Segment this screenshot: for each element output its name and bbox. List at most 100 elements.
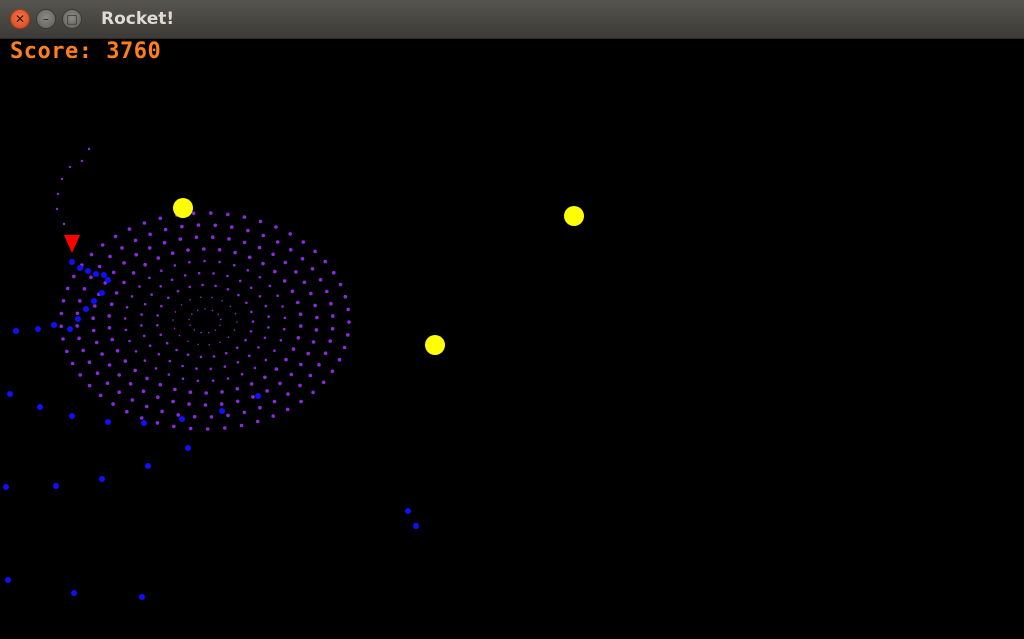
particle: [139, 594, 145, 600]
particle: [220, 318, 222, 321]
particle: [167, 373, 171, 376]
particle: [120, 246, 124, 250]
particle: [235, 346, 239, 350]
minimize-button[interactable]: –: [36, 9, 56, 29]
particle: [61, 299, 66, 303]
particle: [181, 364, 184, 368]
particle: [291, 347, 296, 351]
particle: [148, 246, 152, 250]
particle: [298, 383, 302, 388]
particle: [299, 362, 303, 367]
particle: [172, 319, 174, 321]
particle: [238, 279, 242, 283]
particle: [53, 483, 59, 489]
particle: [128, 339, 131, 343]
particle: [197, 343, 199, 346]
planet-icon: [173, 198, 193, 218]
particle: [94, 340, 99, 345]
particle: [117, 373, 121, 377]
particle: [127, 227, 132, 231]
particle: [223, 365, 227, 368]
particle: [68, 165, 72, 169]
particle: [145, 376, 149, 381]
particle: [315, 315, 319, 320]
particle: [301, 240, 306, 244]
particle: [285, 407, 290, 412]
particle: [246, 228, 250, 233]
particle: [189, 324, 191, 327]
particle: [157, 352, 161, 356]
particle: [175, 348, 178, 352]
particle: [264, 304, 268, 308]
particle: [195, 367, 198, 370]
particle: [176, 413, 180, 417]
particle: [188, 318, 190, 321]
particle: [144, 404, 149, 409]
particle: [89, 252, 94, 257]
particle: [263, 375, 267, 380]
particle: [286, 392, 290, 396]
particle: [37, 404, 43, 410]
particle: [59, 311, 64, 316]
particle: [245, 301, 248, 305]
particle: [247, 255, 252, 260]
particle: [311, 340, 316, 344]
particle: [413, 523, 419, 529]
particle: [279, 339, 283, 342]
particle: [313, 249, 317, 254]
particle: [83, 306, 89, 312]
particle: [145, 463, 151, 469]
score-display: Score: 3760: [10, 39, 162, 64]
particle: [75, 311, 80, 316]
particle: [105, 419, 111, 425]
particle: [115, 348, 120, 353]
particle: [159, 285, 162, 288]
planet-icon: [425, 335, 445, 355]
particle: [261, 233, 266, 238]
title-bar[interactable]: ✕ – □ Rocket!: [0, 0, 1024, 39]
particle: [51, 322, 57, 328]
particle: [317, 362, 321, 367]
particle: [212, 355, 216, 358]
particle: [67, 326, 73, 332]
particle: [170, 251, 175, 255]
particle: [196, 379, 200, 383]
particle: [214, 284, 217, 288]
particle: [218, 260, 221, 264]
particle: [242, 215, 247, 219]
particle: [205, 427, 210, 431]
particle: [178, 334, 181, 337]
particle: [302, 280, 307, 285]
particle: [196, 309, 199, 312]
maximize-button[interactable]: □: [62, 9, 82, 29]
particle: [209, 367, 213, 371]
particle: [71, 590, 77, 596]
particle: [329, 301, 333, 306]
particle: [35, 326, 41, 332]
particle: [235, 399, 240, 404]
particle: [265, 389, 269, 393]
particle: [227, 336, 230, 339]
particle: [300, 257, 305, 261]
particle: [202, 247, 206, 251]
particle: [111, 270, 116, 275]
particle: [98, 393, 103, 398]
particle: [133, 368, 137, 373]
particle: [91, 328, 96, 333]
particle: [223, 426, 227, 430]
particle: [233, 250, 237, 255]
particle: [246, 269, 250, 272]
close-icon: ✕: [14, 12, 26, 26]
particle: [140, 324, 143, 327]
particle: [226, 274, 229, 278]
particle: [219, 341, 221, 344]
particle: [188, 426, 193, 431]
particle: [69, 413, 75, 419]
game-canvas[interactable]: [0, 39, 1024, 639]
particle: [162, 240, 167, 245]
particle: [124, 328, 128, 332]
particle: [107, 314, 111, 318]
particle: [78, 299, 82, 303]
close-button[interactable]: ✕: [10, 9, 30, 29]
particle: [148, 232, 152, 237]
